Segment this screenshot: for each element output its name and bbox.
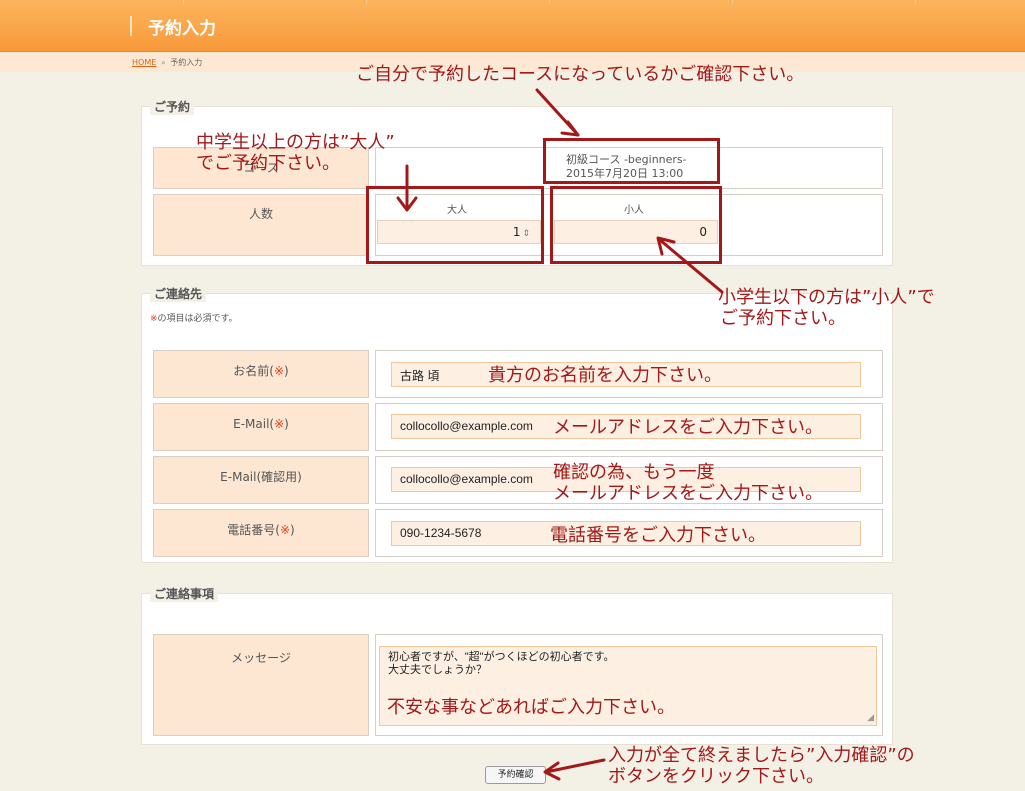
arrow-to-child — [658, 238, 724, 294]
annotation-arrows — [396, 88, 724, 781]
arrowhead-icon — [560, 120, 580, 137]
